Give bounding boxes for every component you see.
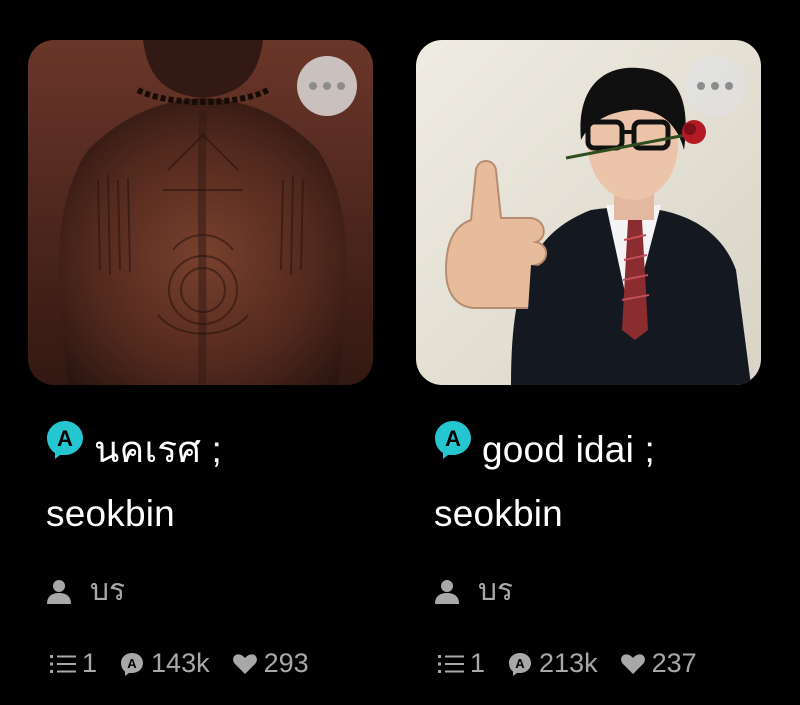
heart-icon: [620, 654, 645, 674]
story-title-line2: seokbin: [46, 493, 175, 535]
more-options-button[interactable]: [297, 56, 357, 116]
more-horizontal-icon: [337, 82, 345, 90]
user-icon: [47, 579, 71, 604]
votes-count: 293: [232, 648, 309, 679]
reads-count: A 213k: [507, 648, 598, 679]
story-card[interactable]: A good idai ; seokbin บร 1 A 213k 237: [416, 40, 761, 679]
parts-count: 1: [50, 648, 97, 679]
story-title-line1: นคเรศ ;: [94, 429, 223, 470]
more-horizontal-icon: [309, 82, 317, 90]
votes-count-value: 237: [651, 648, 697, 679]
author-name: บร: [90, 574, 126, 608]
svg-text:A: A: [515, 656, 525, 671]
story-author[interactable]: บร: [46, 567, 373, 614]
more-horizontal-icon: [697, 82, 705, 90]
svg-text:A: A: [57, 426, 73, 451]
more-horizontal-icon: [711, 82, 719, 90]
more-horizontal-icon: [323, 82, 331, 90]
story-title[interactable]: A good idai ; seokbin: [416, 419, 761, 545]
reads-count: A 143k: [119, 648, 210, 679]
heart-icon: [232, 654, 257, 674]
parts-count: 1: [438, 648, 485, 679]
svg-text:A: A: [127, 656, 137, 671]
paid-story-badge-icon: A: [44, 417, 86, 479]
story-cover-image[interactable]: [28, 40, 373, 385]
list-icon: [438, 654, 464, 673]
reads-icon: A: [509, 652, 532, 676]
votes-count-value: 293: [263, 648, 309, 679]
more-options-button[interactable]: [685, 56, 745, 116]
story-title-line2: seokbin: [434, 493, 563, 535]
more-horizontal-icon: [725, 82, 733, 90]
story-stats: 1 A 213k 237: [438, 648, 761, 679]
reads-count-value: 143k: [151, 648, 210, 679]
list-icon: [50, 654, 76, 673]
svg-text:A: A: [445, 426, 461, 451]
story-title-line1: good idai ;: [482, 429, 655, 470]
story-stats: 1 A 143k 293: [50, 648, 373, 679]
parts-count-value: 1: [470, 648, 486, 679]
user-icon: [435, 579, 459, 604]
paid-story-badge-icon: A: [432, 417, 474, 479]
story-cover-image[interactable]: [416, 40, 761, 385]
story-card[interactable]: A นคเรศ ; seokbin บร 1 A 143k 293: [28, 40, 373, 679]
reads-count-value: 213k: [539, 648, 598, 679]
story-title[interactable]: A นคเรศ ; seokbin: [28, 419, 373, 545]
votes-count: 237: [620, 648, 697, 679]
parts-count-value: 1: [82, 648, 98, 679]
story-grid: A นคเรศ ; seokbin บร 1 A 143k 293 A good…: [0, 0, 800, 705]
reads-icon: A: [121, 652, 144, 676]
story-author[interactable]: บร: [434, 567, 761, 614]
author-name: บร: [478, 574, 514, 608]
